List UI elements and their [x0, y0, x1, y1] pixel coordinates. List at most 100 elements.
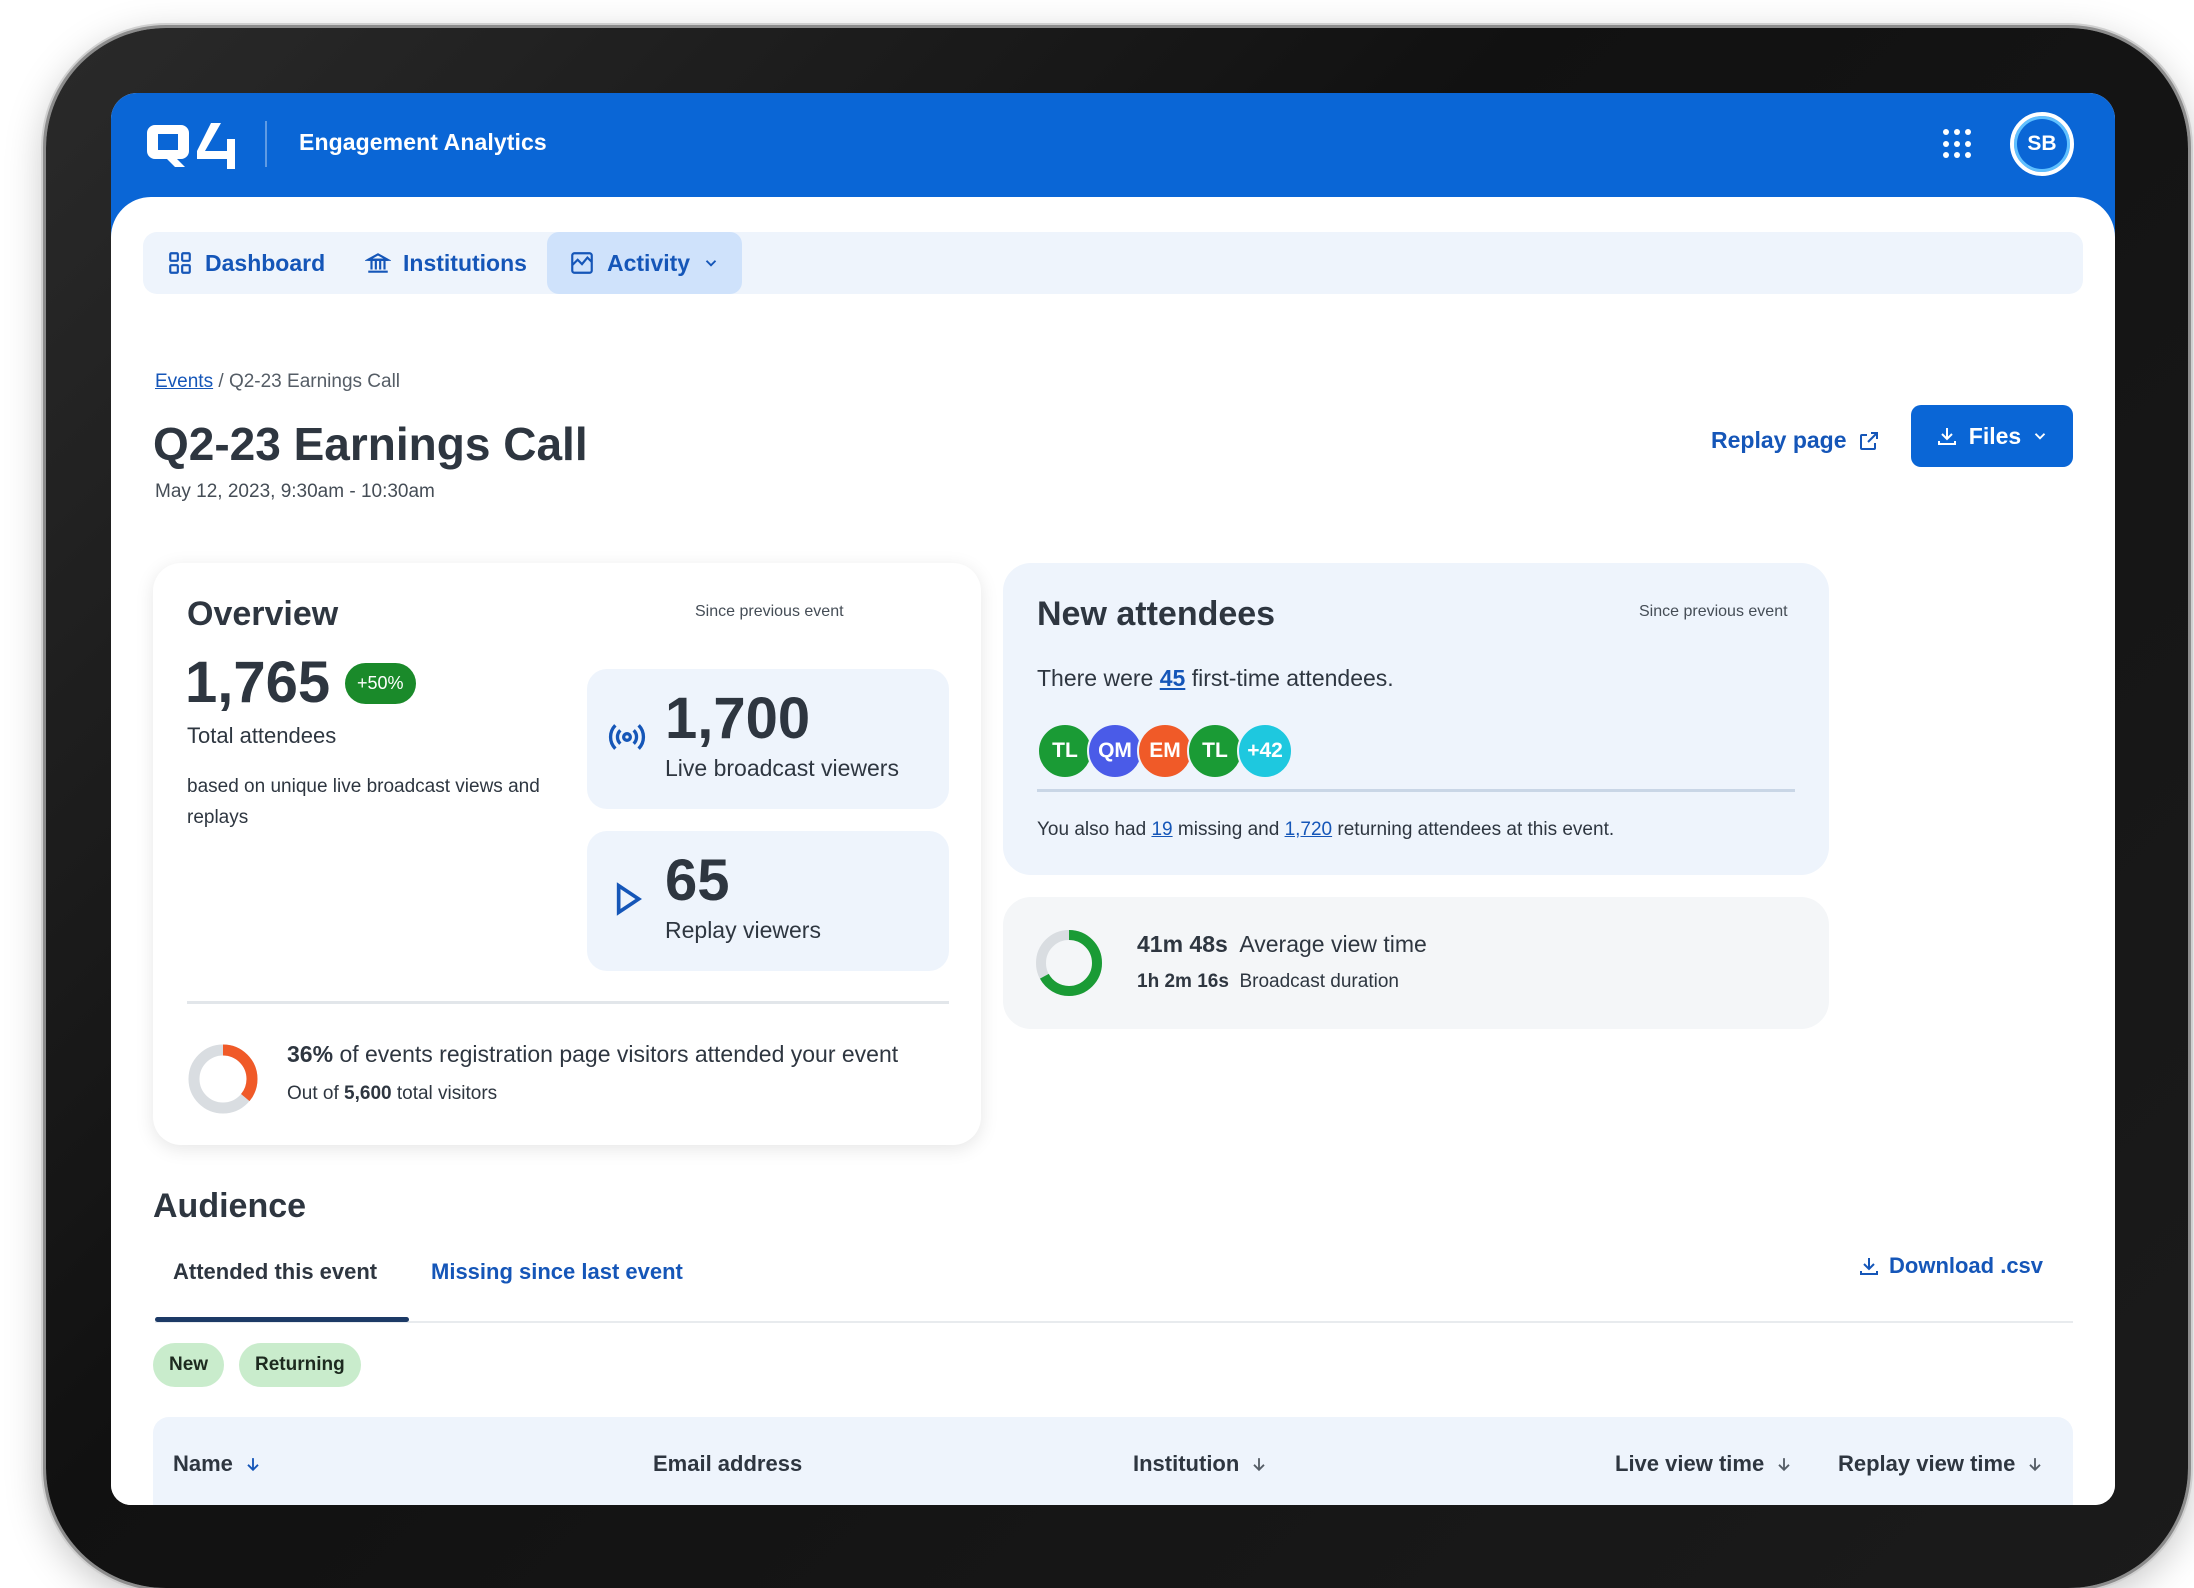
new-attendees-card: New attendees Since previous event There… [1003, 563, 1829, 875]
missing-count-link[interactable]: 19 [1151, 819, 1172, 840]
tab-missing[interactable]: Missing since last event [431, 1259, 683, 1285]
user-avatar[interactable]: SB [2010, 112, 2074, 176]
app-screen: Engagement Analytics SB Dashboard Instit… [111, 93, 2115, 1505]
live-viewers-value: 1,700 [665, 686, 811, 751]
nav-institutions[interactable]: Institutions [365, 232, 527, 294]
replay-viewers-value: 65 [665, 848, 730, 913]
first-time-summary: There were 45 first-time attendees. [1037, 665, 1394, 692]
view-time-donut [1036, 930, 1102, 996]
registration-percent: 36% [287, 1041, 334, 1067]
chevron-down-icon [705, 260, 717, 267]
visitors-summary: Out of 5,600 total visitors [287, 1083, 497, 1105]
new-attendees-title: New attendees [1037, 595, 1276, 633]
download-csv-button[interactable]: Download .csv [1857, 1253, 2043, 1279]
column-live-view-time[interactable]: Live view time [1615, 1451, 1794, 1477]
files-label: Files [1968, 422, 2022, 449]
more-attendees-avatar[interactable]: +42 [1237, 723, 1293, 779]
primary-nav: Dashboard Institutions Activity [143, 232, 2083, 294]
attendee-avatar[interactable]: TL [1037, 723, 1093, 779]
column-live-view-time-label: Live view time [1615, 1451, 1765, 1476]
dashboard-icon [169, 252, 191, 274]
nav-dashboard[interactable]: Dashboard [167, 232, 325, 294]
broadcast-icon [608, 724, 646, 750]
filter-chip-returning[interactable]: Returning [239, 1343, 361, 1387]
overview-card: Overview Since previous event 1,765 +50%… [153, 563, 981, 1145]
average-view-time: 41m 48s Average view time [1137, 931, 1427, 958]
column-institution-label: Institution [1133, 1451, 1240, 1476]
activity-chart-icon [571, 252, 593, 274]
sort-arrow-icon [1253, 1458, 1265, 1472]
sort-arrow-icon [1778, 1458, 1790, 1472]
also-prefix: You also had [1037, 819, 1147, 840]
replay-viewers-card: 65 Replay viewers [587, 831, 949, 971]
registration-summary: 36% of events registration page visitors… [287, 1041, 898, 1068]
live-viewers-card: 1,700 Live broadcast viewers [587, 669, 949, 809]
broadcast-duration-value: 1h 2m 16s [1137, 971, 1229, 992]
apps-grid-icon[interactable] [1943, 129, 1973, 159]
download-icon [1937, 428, 1956, 445]
replay-page-label: Replay page [1711, 427, 1847, 453]
chevron-down-icon [2035, 433, 2046, 440]
first-time-prefix: There were [1037, 665, 1154, 691]
visitors-suffix: total visitors [396, 1083, 498, 1104]
tab-attended[interactable]: Attended this event [173, 1259, 377, 1285]
sort-arrow-icon [2029, 1458, 2041, 1472]
registration-text: of events registration page visitors att… [339, 1041, 899, 1067]
registration-donut [188, 1044, 258, 1114]
total-attendees-label: Total attendees [187, 723, 337, 748]
event-date: May 12, 2023, 9:30am - 10:30am [155, 481, 435, 502]
view-time-card: 41m 48s Average view time 1h 2m 16s Broa… [1003, 897, 1829, 1029]
filter-chip-new[interactable]: New [153, 1343, 225, 1387]
broadcast-duration: 1h 2m 16s Broadcast duration [1137, 971, 1399, 993]
change-badge: +50% [345, 663, 416, 704]
first-time-suffix: first-time attendees. [1191, 665, 1394, 691]
replay-viewers-label: Replay viewers [665, 917, 821, 943]
average-view-time-label: Average view time [1239, 931, 1427, 957]
column-replay-view-time[interactable]: Replay view time [1838, 1451, 2045, 1477]
files-button[interactable]: Files [1911, 405, 2073, 467]
sort-arrow-icon [247, 1458, 259, 1472]
main-content: Dashboard Institutions Activity Events /… [111, 197, 2115, 1505]
overview-title: Overview [187, 595, 339, 633]
play-icon [616, 882, 642, 916]
overview-since-label: Since previous event [695, 603, 844, 620]
also-middle: missing and [1177, 819, 1280, 840]
returning-count-link[interactable]: 1,720 [1285, 819, 1333, 840]
nav-institutions-label: Institutions [403, 249, 527, 276]
column-name[interactable]: Name [173, 1451, 263, 1477]
broadcast-duration-label: Broadcast duration [1239, 971, 1399, 992]
column-institution[interactable]: Institution [1133, 1451, 1269, 1477]
institution-icon [365, 253, 391, 273]
column-email[interactable]: Email address [653, 1451, 802, 1477]
breadcrumb: Events / Q2-23 Earnings Call [155, 371, 400, 393]
nav-activity[interactable]: Activity [547, 232, 743, 294]
attendee-avatar[interactable]: TL [1187, 723, 1243, 779]
replay-page-link[interactable]: Replay page [1711, 427, 1881, 454]
live-viewers-label: Live broadcast viewers [665, 755, 899, 781]
audience-title: Audience [153, 1187, 307, 1225]
first-time-count-link[interactable]: 45 [1160, 665, 1186, 691]
table-header: Name Email address Institution Live view… [153, 1417, 2073, 1505]
header-divider [265, 121, 267, 167]
external-link-icon [1859, 431, 1878, 450]
column-email-label: Email address [653, 1451, 803, 1476]
total-attendees-value: 1,765 [185, 650, 331, 715]
active-tab-indicator [155, 1317, 409, 1322]
breadcrumb-events-link[interactable]: Events [155, 371, 213, 392]
column-name-label: Name [173, 1451, 233, 1476]
missing-returning-summary: You also had 19 missing and 1,720 return… [1037, 819, 1614, 841]
average-view-time-value: 41m 48s [1137, 931, 1228, 957]
breadcrumb-separator: / [218, 371, 224, 392]
app-name: Engagement Analytics [299, 129, 547, 155]
attendee-avatar[interactable]: EM [1137, 723, 1193, 779]
nav-dashboard-label: Dashboard [205, 249, 326, 276]
new-attendees-since-label: Since previous event [1639, 603, 1788, 620]
q4-logo[interactable] [145, 117, 235, 173]
overview-divider [187, 1001, 949, 1004]
nav-activity-label: Activity [607, 249, 691, 276]
attendee-avatar[interactable]: QM [1087, 723, 1143, 779]
breadcrumb-current: Q2-23 Earnings Call [228, 371, 401, 392]
column-replay-view-time-label: Replay view time [1838, 1451, 2016, 1476]
new-attendees-divider [1037, 789, 1795, 792]
total-attendees-note: based on unique live broadcast views and… [187, 776, 540, 828]
